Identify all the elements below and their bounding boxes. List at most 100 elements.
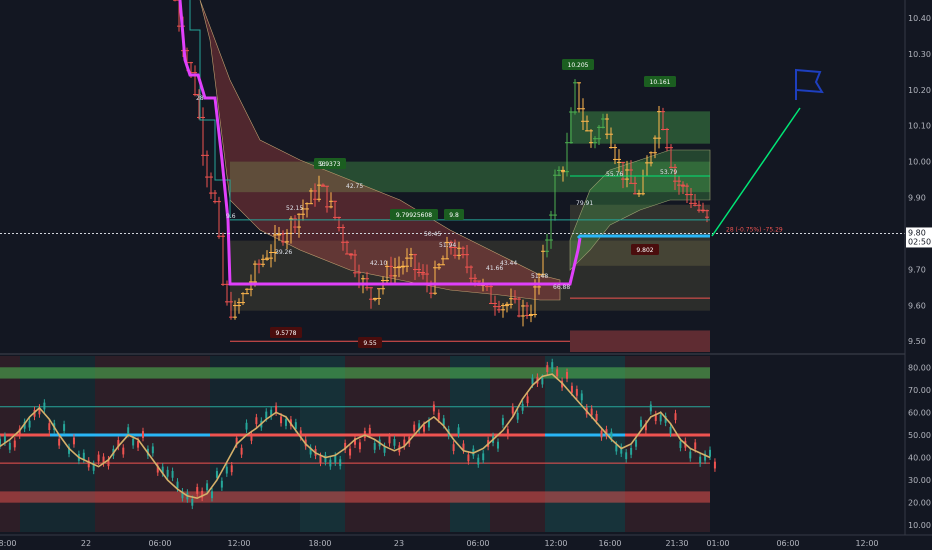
osc-candle-body [230,465,233,473]
osc-candle-body [590,408,593,416]
osc-candle-body [713,461,716,469]
osc-candle-body [48,423,51,430]
osc-candle-body [669,426,672,434]
label-top1: 10.205 [562,59,594,70]
price-tick-label: 10.20 [908,86,931,95]
countdown-label: 02:50 [908,237,931,246]
osc-candle-body [423,424,426,432]
osc-candle-body [127,427,130,435]
value-label: 42.75 [346,183,363,190]
osc-candle-body [709,449,711,457]
osc-shade [450,356,490,532]
time-tick-label: 12:00 [544,539,567,548]
time-tick-label: 23 [394,539,404,548]
time-tick-label: 18:00 [308,539,331,548]
osc-candle-body [284,419,287,426]
osc-candle-body [699,456,702,464]
osc-candle-body [437,412,440,420]
time-tick-label: 16:00 [598,539,621,548]
osc-candle-body [280,416,283,424]
osc-tick-label: 30.00 [908,476,931,485]
osc-candle-body [442,418,445,426]
osc-candle-body [122,447,125,455]
osc-candle-body [457,427,460,435]
osc-candle-body [63,424,66,431]
trading-chart[interactable]: 10.40 10.30 10.20 10.10 10.00 9.90 9.80 9.70 9.6… [0,0,932,550]
osc-candle-body [171,470,174,478]
osc-candle-body [349,448,352,456]
osc-candle-body [43,402,46,410]
osc-candle-body [635,439,638,447]
osc-candle-body [13,440,16,448]
osc-candle-body [166,469,169,477]
value-label: 55.76 [606,171,623,178]
osc-candle-body [141,431,144,438]
value-label: 51.48 [531,273,548,280]
osc-candle-body [551,362,554,369]
osc-candle-body [373,443,376,450]
osc-candle-body [28,420,31,428]
price-tick-label: 9.90 [908,194,926,203]
value-label: 42.10 [370,260,387,267]
time-tick-label: 12:00 [227,539,250,548]
price-tick-label: 10.30 [908,50,931,59]
osc-tick-label: 10.00 [908,521,931,530]
osc-candle-body [393,438,396,446]
label-low3-text: 9.802 [636,247,653,254]
osc-candle-body [452,444,455,451]
osc-shade [545,356,625,532]
osc-candle-body [413,424,416,432]
osc-candle-body [319,456,322,463]
time-tick-label: 01:00 [706,539,729,548]
osc-tick-label: 40.00 [908,454,931,463]
value-label: 50.45 [424,231,441,238]
osc-candle-body [294,422,297,429]
osc-candle-body [196,487,199,494]
osc-candle-body [575,388,578,396]
label-low2-text: 9.55 [363,340,377,347]
osc-candle-body [531,377,534,385]
osc-candle-body [625,452,628,460]
osc-candle-body [566,371,569,379]
value-label: 39.26 [275,249,292,256]
price-tick-label: 10.00 [908,158,931,167]
target-annotation: 28 (-0.75%) -75.29 [726,226,783,233]
osc-candle-body [526,396,529,404]
chart-canvas[interactable]: 10.40 10.30 10.20 10.10 10.00 9.90 9.80 9.70 9.6… [0,0,932,550]
osc-candle-body [600,430,603,438]
osc-candle-body [689,451,692,459]
osc-candle-body [482,453,485,461]
osc-candle-body [477,457,480,465]
osc-candle-body [211,491,214,499]
osc-candle-body [97,454,100,462]
osc-candle-body [511,406,514,414]
value-label: 51.94 [439,242,456,249]
osc-candle-body [72,437,75,445]
oscillator-panel[interactable] [0,356,716,532]
time-tick-label: 12:00 [855,539,878,548]
label-mid1: 9.79925608 [390,209,438,220]
value-label: 9.6 [226,213,236,220]
value-label: 53.79 [660,169,677,176]
value-label: 52.15 [286,205,303,212]
osc-candle-body [215,471,218,478]
osc-candle-body [265,411,268,419]
osc-candle-body [546,365,549,373]
label-top1-text: 10.205 [568,62,589,69]
osc-lower-band [0,491,710,503]
label-low1: 9.5778 [270,327,302,338]
time-tick-label: 18:00 [0,539,17,548]
osc-candle-body [556,369,559,377]
price-tick-label: 9.60 [908,301,926,310]
osc-tick-label: 60.00 [908,408,931,417]
label-low3: 9.802 [631,244,659,255]
label-mid1-text: 9.79925608 [396,212,432,219]
time-tick-label: 22 [81,539,91,548]
osc-shade [20,356,95,532]
osc-shade [625,356,710,532]
time-tick-label: 06:00 [466,539,489,548]
value-label: 43.44 [500,260,517,267]
osc-candle-body [8,442,11,450]
osc-candle-body [694,442,697,450]
osc-candle-body [0,438,1,446]
